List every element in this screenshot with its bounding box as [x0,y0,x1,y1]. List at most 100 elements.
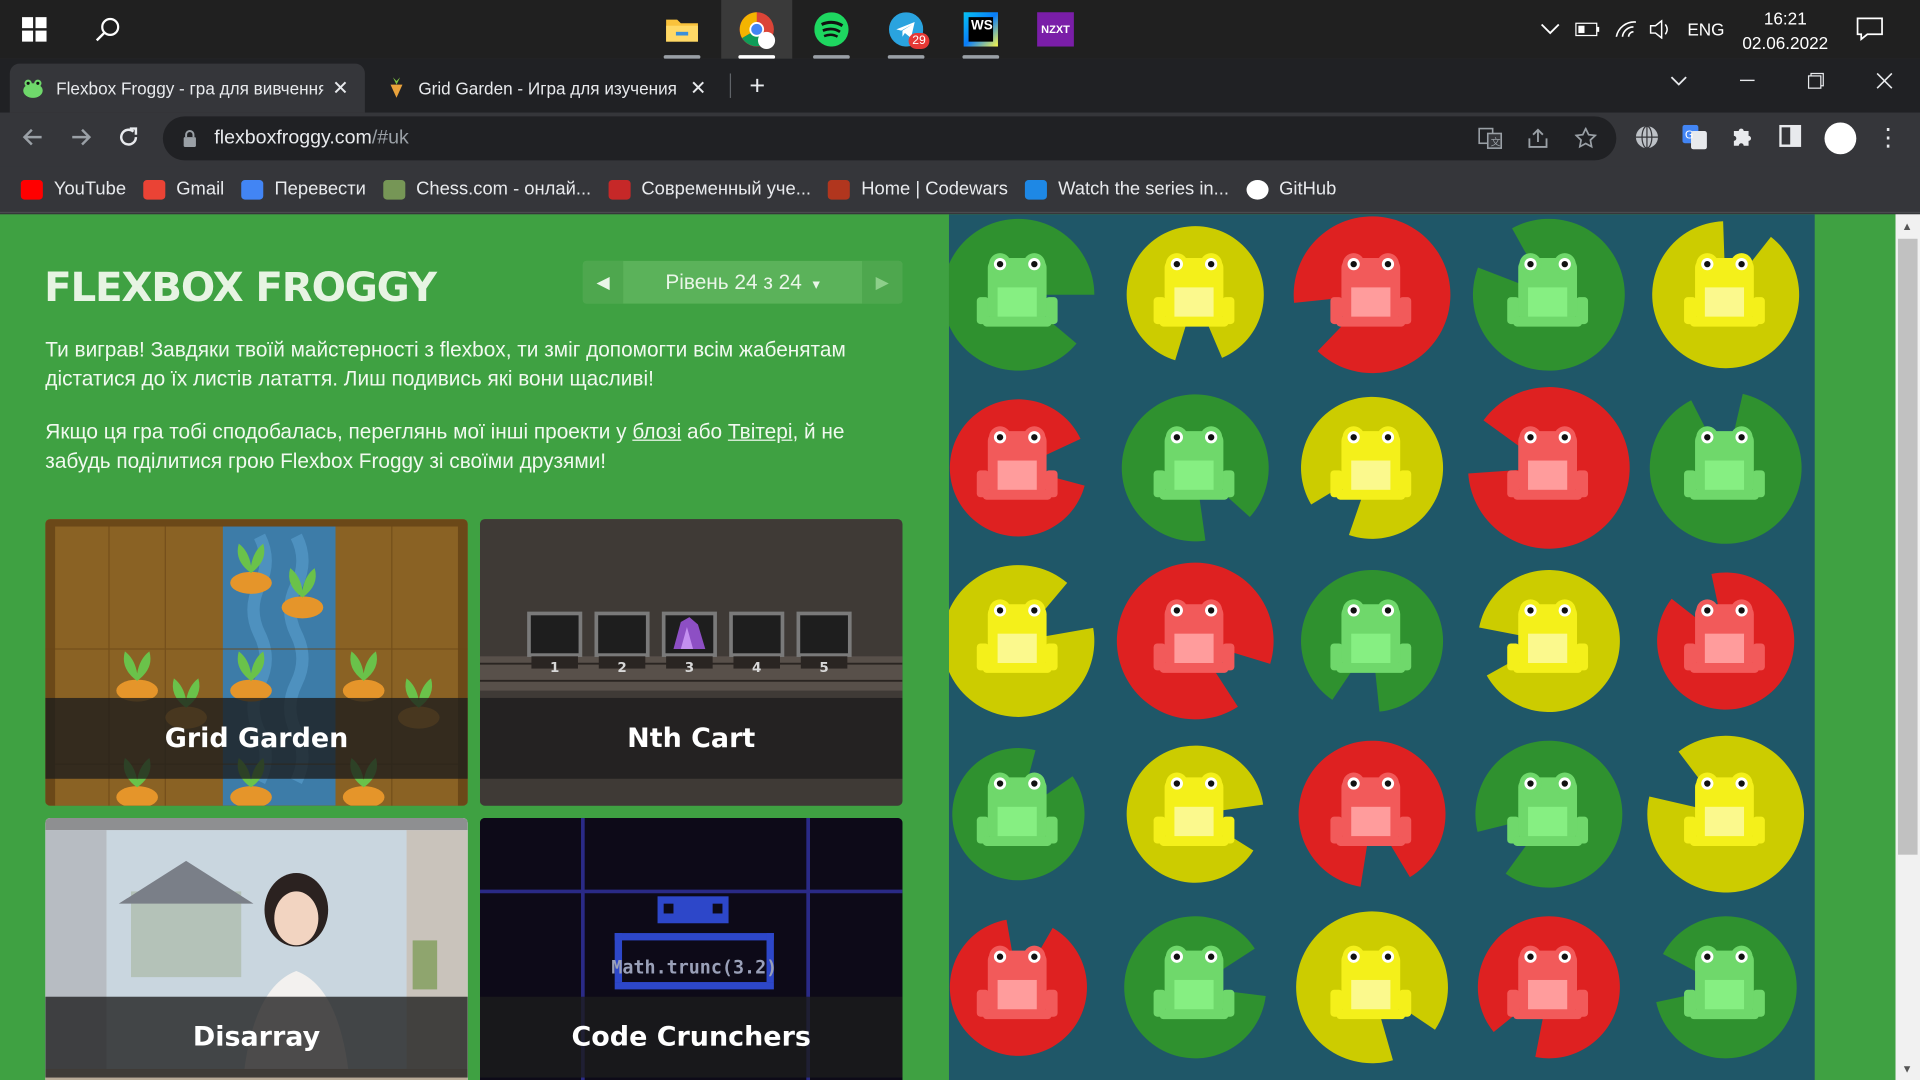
frog-red [976,426,1058,500]
bookmarks-bar: YouTube Gmail Перевести Chess.com - онлай..… [0,166,1920,214]
frog-yellow [976,599,1058,673]
side-panel-icon[interactable] [1777,124,1804,152]
frog-favicon-icon [23,79,43,98]
translate-page-icon[interactable]: 文 [1478,127,1503,151]
bookmark-item[interactable]: GitHub [1246,179,1336,200]
frog-green [1153,426,1235,500]
frog-red [1507,945,1589,1020]
cart-number: 1 [550,661,559,676]
telegram-badge: 29 [908,33,930,49]
blog-link[interactable]: блозі [632,420,681,443]
bookmark-item[interactable]: Современный уче... [608,179,811,200]
prev-level-button[interactable]: ◀ [582,260,624,304]
scroll-down-icon[interactable]: ▼ [1902,1063,1913,1075]
url-host: flexboxfroggy.com [214,127,372,149]
win-message: Ти виграв! Завдяки твоїй майстерності з … [45,336,902,500]
bookmark-item[interactable]: Home | Codewars [828,179,1008,200]
new-tab-button[interactable]: + [749,72,765,99]
bookmark-item[interactable]: Gmail [143,179,224,200]
wifi-icon[interactable] [1614,0,1638,59]
bookmark-item[interactable]: Chess.com - онлай... [383,179,591,200]
file-explorer-icon[interactable] [647,0,718,59]
level-selector[interactable]: Рівень 24 з 24 ▾ [623,270,862,294]
scrollbar-thumb[interactable] [1897,238,1918,855]
bookmark-label: GitHub [1279,178,1337,200]
bookmark-item[interactable]: Перевести [241,179,366,200]
forward-icon[interactable] [66,125,95,154]
battery-icon[interactable] [1575,0,1602,59]
tab-title: Flexbox Froggy - гра для вивчення CSS fl… [56,78,324,98]
bookmark-label: Home | Codewars [861,178,1008,200]
twitter-link[interactable]: Твітері [728,420,793,443]
frog-green [1330,599,1412,673]
project-card-grid-garden[interactable]: Grid Garden [45,519,468,806]
notifications-icon[interactable] [1856,0,1883,59]
clock-date: 02.06.2022 [1742,33,1829,53]
card-title: Code Crunchers [480,996,903,1078]
bookmark-label: Современный уче... [641,178,812,200]
page-scrollbar[interactable]: ▲ ▼ [1895,214,1920,1080]
lock-icon[interactable] [182,130,197,147]
close-window-icon[interactable] [1854,59,1915,103]
card-title: Nth Cart [480,697,903,779]
bookmark-item[interactable]: YouTube [20,179,126,200]
bookmark-star-icon[interactable] [1573,126,1598,151]
extensions-puzzle-icon[interactable] [1729,125,1756,152]
share-icon[interactable] [1526,127,1550,151]
youtube-icon [20,179,43,199]
chrome-icon[interactable] [721,0,793,59]
language-indicator[interactable]: ENG [1687,0,1724,59]
carrot-favicon-icon [390,77,403,98]
frog-red [1684,599,1765,673]
tab-search-icon[interactable] [1648,59,1709,103]
restore-icon[interactable] [1785,59,1846,103]
telegram-icon[interactable]: 29 [871,0,942,59]
google-translate-icon[interactable]: G [1681,124,1708,152]
reload-icon[interactable] [114,125,143,154]
tab-title: Grid Garden - Игра для изучения CSS grid [418,78,681,98]
tab-close-icon[interactable]: ✕ [686,76,710,100]
tray-chevron-icon[interactable] [1540,0,1560,59]
mine-cart: 5 [796,611,852,676]
project-card-nth-cart[interactable]: 1 2 3 4 5 Nth Cart [480,519,903,806]
project-card-code-crunchers[interactable]: Math.trunc(3.2) Code Crunchers [480,817,903,1080]
tab-grid-garden[interactable]: Grid Garden - Игра для изучения CSS grid… [375,64,723,113]
cart-number: 4 [752,661,761,676]
spotify-icon[interactable] [796,0,867,59]
frog-yellow [1330,426,1412,500]
tab-flexbox-froggy[interactable]: Flexbox Froggy - гра для вивчення CSS fl… [9,63,365,113]
mine-cart: 4 [729,611,785,676]
address-bar[interactable]: flexboxfroggy.com/#uk 文 [162,116,1617,161]
level-indicator: Рівень 24 з 24 [665,270,802,294]
mine-cart: 1 [527,611,583,676]
windows-start-icon[interactable] [22,17,47,42]
minimize-icon[interactable] [1717,59,1778,103]
volume-icon[interactable] [1648,0,1672,59]
back-icon[interactable] [18,125,47,154]
clock[interactable]: 16:21 02.06.2022 [1733,6,1838,55]
webstorm-icon[interactable]: WS [945,0,1016,59]
profile-avatar[interactable] [1824,122,1857,155]
nzxt-icon[interactable]: NZXT [1020,0,1091,59]
caret-down-icon: ▾ [812,274,820,293]
project-card-disarray[interactable]: Disarray [45,817,468,1080]
frog-green [976,772,1058,847]
search-icon[interactable] [94,16,121,43]
bookmark-item[interactable]: Watch the series in... [1025,179,1229,200]
pond-board [948,214,1815,1080]
browser-menu-icon[interactable]: ⋮ [1876,122,1900,154]
level-navigator: ◀ Рівень 24 з 24 ▾ ▶ [582,260,903,304]
frog-red [1507,426,1589,500]
scroll-up-icon[interactable]: ▲ [1902,220,1913,232]
globe-extension-icon[interactable] [1633,125,1660,152]
codewars-icon [828,179,851,199]
tab-close-icon[interactable]: ✕ [328,76,352,100]
gmail-icon [143,179,166,199]
frog-green [1684,426,1765,500]
next-level-button[interactable]: ▶ [862,260,903,304]
bookmark-label: Перевести [274,178,366,200]
github-icon [1246,179,1269,199]
share-text: Якщо ця гра тобі сподобалась, переглянь … [45,420,845,473]
frog-yellow [1684,253,1765,327]
frog-red [1153,599,1235,673]
